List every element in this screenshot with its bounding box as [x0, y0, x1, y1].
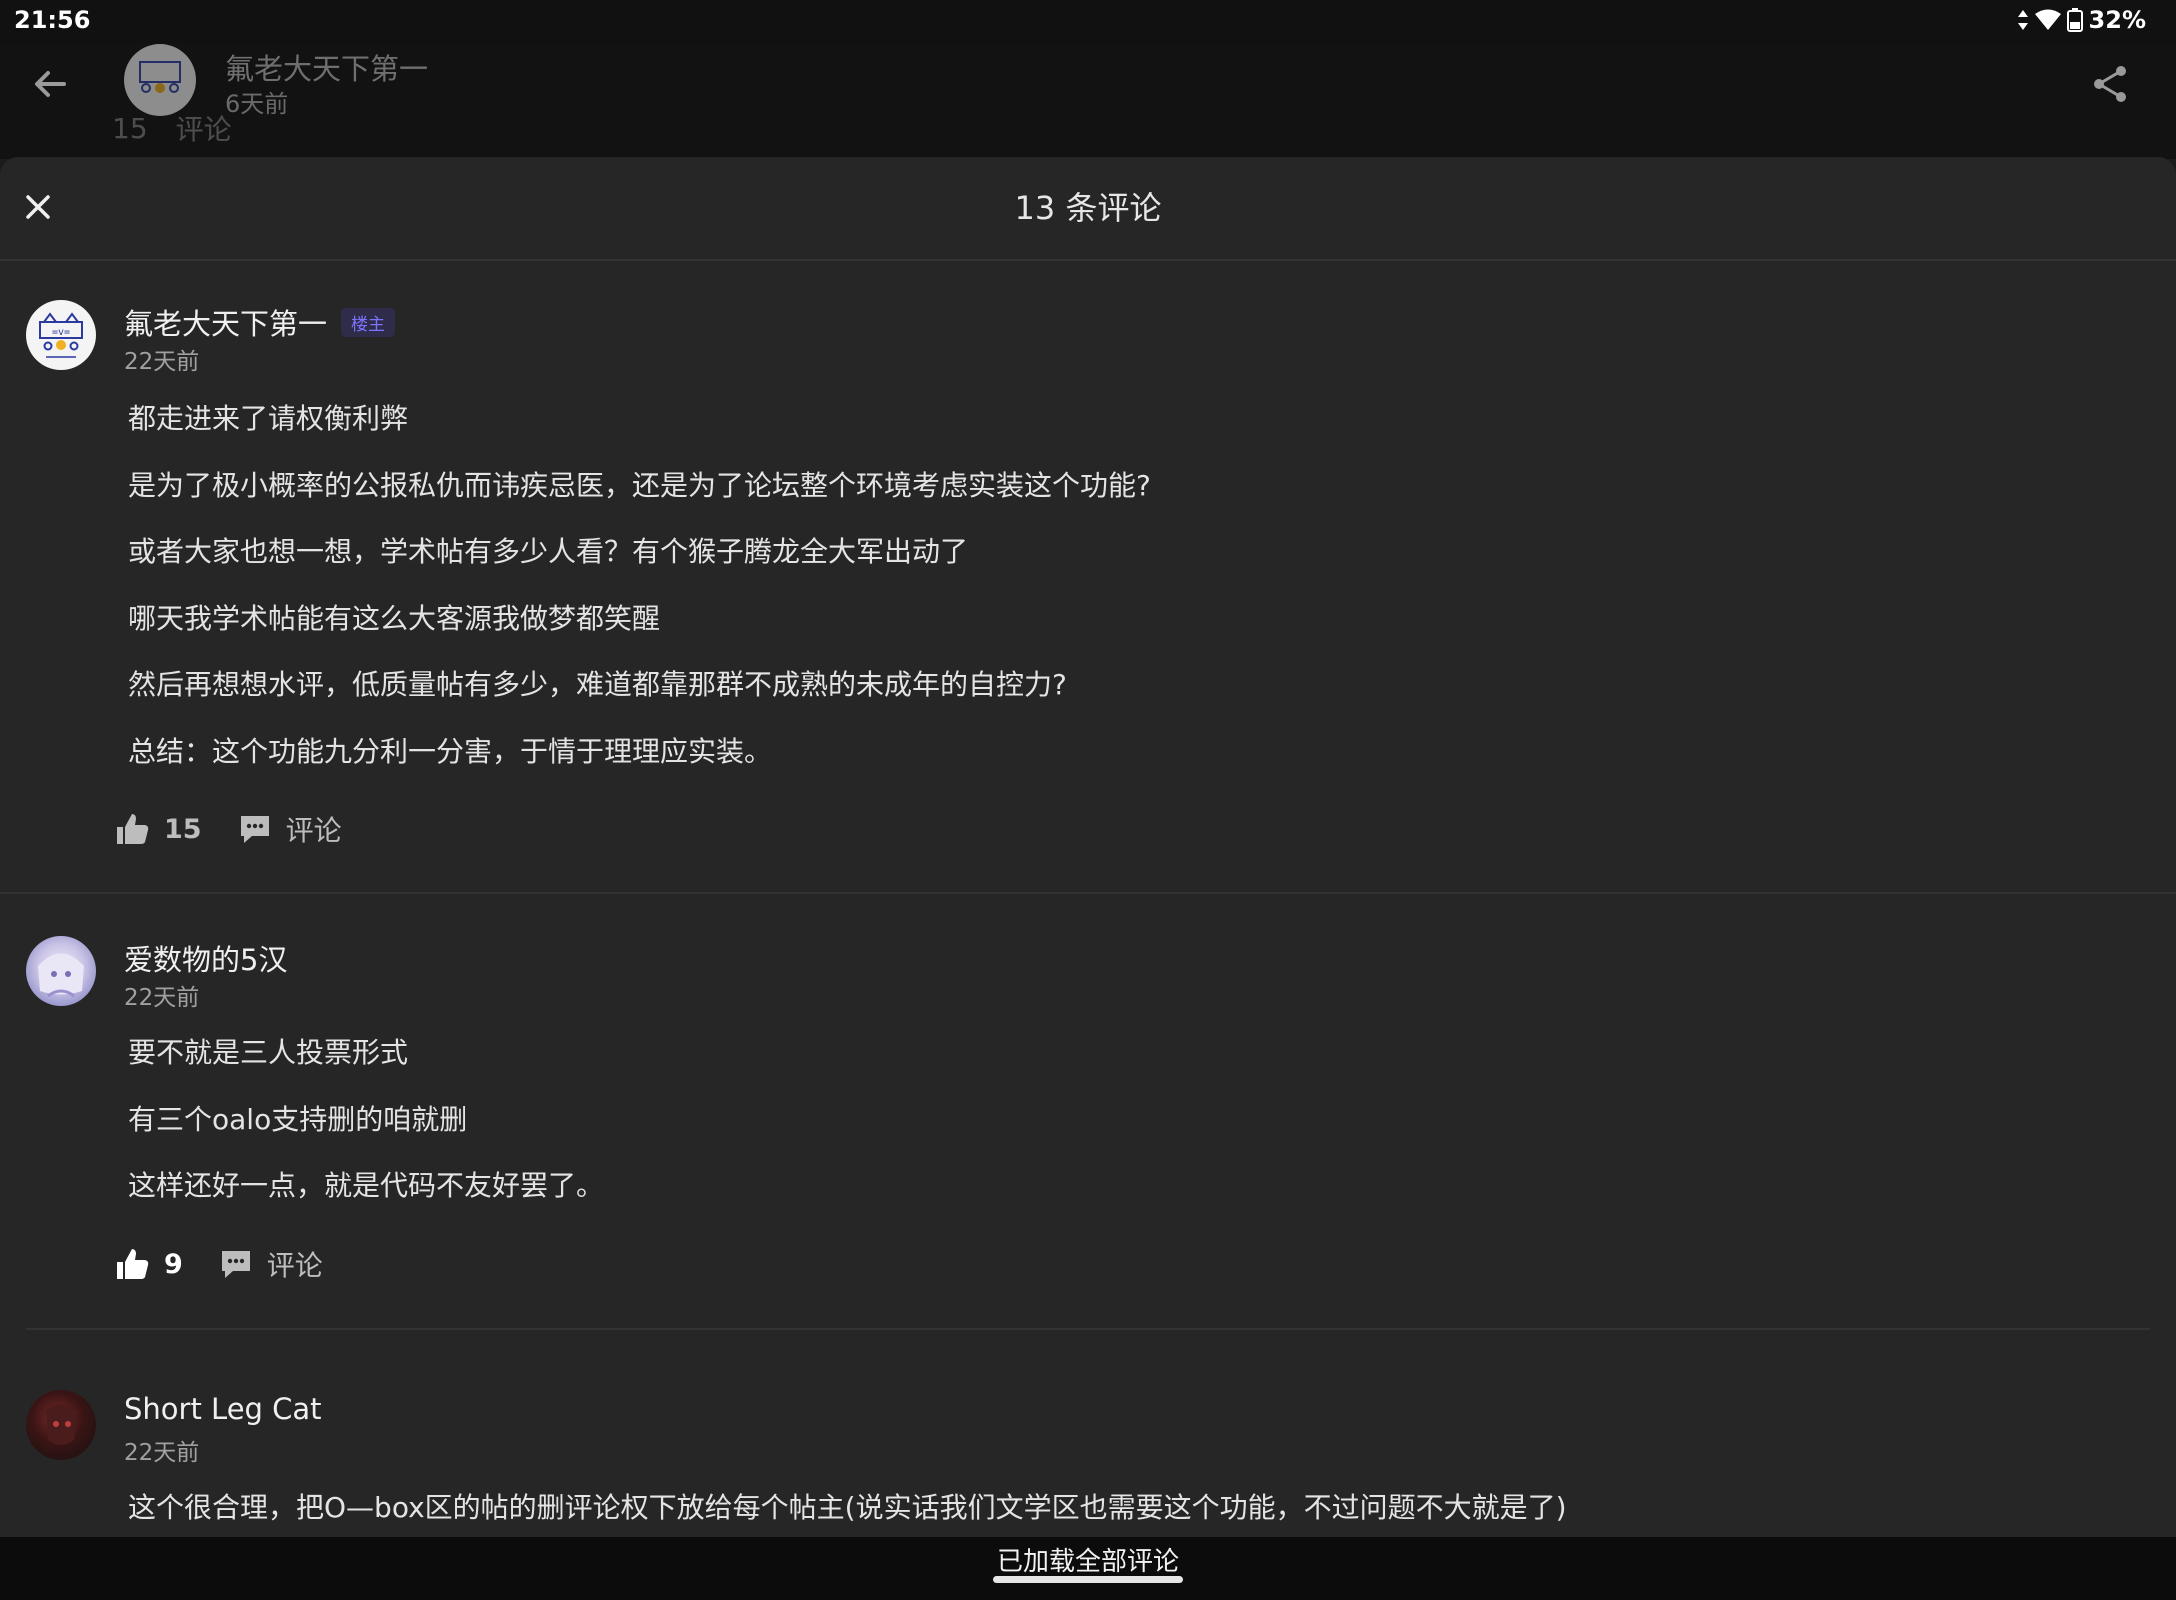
home-indicator[interactable]: [993, 1576, 1183, 1583]
comment-author[interactable]: 氟老大天下第一 楼主: [124, 301, 396, 343]
avatar[interactable]: [26, 936, 96, 1006]
wifi-icon: [2034, 9, 2061, 30]
comment-line: 这样还好一点，就是代码不友好罢了。: [128, 1169, 605, 1202]
comment-time: 22天前: [124, 985, 200, 1011]
reply-label: 评论: [266, 1249, 323, 1282]
comment-line: 哪天我学术帖能有这么大客源我做梦都笑醒: [128, 602, 661, 635]
divider: [26, 1328, 2150, 1330]
comment-line: 都走进来了请权衡利弊: [128, 402, 409, 435]
comment-author-name: 氟老大天下第一: [124, 307, 328, 341]
all-loaded-text: 已加载全部评论: [996, 1547, 1179, 1577]
comment-line: 总结：这个功能九分利一分害，于情于理理应实装。: [128, 735, 773, 768]
cat-logo-icon: =v=: [39, 312, 83, 358]
share-icon[interactable]: [2090, 62, 2130, 106]
back-arrow-icon[interactable]: [28, 62, 72, 106]
dark-character-avatar-icon: [46, 1404, 78, 1445]
comment-line: 然后再想想水评，低质量帖有多少，难道都靠那群不成熟的未成年的自控力?: [128, 668, 1067, 701]
post-header: 氟老大天下第一 6天前 15 评论: [0, 44, 2176, 159]
comment-actions: 15 评论: [114, 809, 342, 849]
header-like-count: 15: [112, 111, 148, 145]
like-count: 15: [164, 813, 202, 845]
like-button[interactable]: 15: [114, 811, 202, 847]
header-avatar[interactable]: [124, 44, 196, 116]
cat-logo-icon: [139, 61, 181, 93]
like-count: 9: [164, 1248, 183, 1280]
comment-author[interactable]: Short Leg Cat: [124, 1392, 322, 1426]
battery-percent: 32%: [2088, 6, 2146, 34]
comment-bubble-icon: [240, 816, 269, 843]
header-time: 6天前: [225, 90, 289, 118]
header-comment-label: 评论: [175, 113, 232, 146]
comment-line: 有三个oalo支持删的咱就删: [128, 1103, 468, 1136]
comment-line: 或者大家也想一想，学术帖有多少人看？有个猴子腾龙全大军出动了: [128, 535, 969, 568]
comment-time: 22天前: [124, 349, 200, 375]
thumbs-up-icon: [117, 814, 149, 844]
footer-bar: 已加载全部评论: [0, 1537, 2176, 1600]
comment-time: 22天前: [124, 1440, 200, 1466]
thumbs-up-icon: [117, 1249, 149, 1279]
comment-actions: 9 评论: [114, 1244, 323, 1284]
reply-button[interactable]: 评论: [219, 1244, 323, 1284]
header-author-name: 氟老大天下第一: [225, 52, 429, 86]
divider: [0, 892, 2176, 894]
anime-girl-avatar-icon: [38, 953, 84, 998]
comment-author-name: 爱数物的5汉: [124, 943, 288, 977]
data-arrows-icon: [2017, 10, 2028, 30]
avatar[interactable]: =v=: [26, 300, 96, 370]
sheet-title: 13 条评论: [1014, 189, 1162, 227]
op-badge: 楼主: [341, 307, 396, 337]
status-bar: 21:56 32%: [0, 0, 2176, 44]
reply-button[interactable]: 评论: [238, 809, 342, 849]
comment-line: 这个很合理，把O—box区的帖的删评论权下放给每个帖主(说实话我们文学区也需要这…: [128, 1491, 1567, 1524]
comment-author-name: Short Leg Cat: [124, 1392, 322, 1426]
reply-label: 评论: [285, 814, 342, 847]
svg-text:=v=: =v=: [52, 327, 70, 338]
status-time: 21:56: [14, 6, 91, 34]
battery-icon: [2066, 8, 2083, 32]
comment-line: 是为了极小概率的公报私仇而讳疾忌医，还是为了论坛整个环境考虑实装这个功能?: [128, 469, 1151, 502]
comment-bubble-icon: [221, 1251, 250, 1278]
avatar[interactable]: [26, 1390, 96, 1460]
status-icons: 32%: [2017, 6, 2146, 34]
like-button[interactable]: 9: [114, 1246, 183, 1282]
comment-line: 要不就是三人投票形式: [128, 1036, 409, 1069]
comment-author[interactable]: 爱数物的5汉: [124, 937, 287, 979]
comment-sheet: 13 条评论 =v= 氟老大天下第一 楼主 22天前 都走进来了请权衡利弊 是为…: [0, 157, 2176, 1537]
sheet-header: 13 条评论: [0, 157, 2176, 261]
header-ghost-actions: 15 评论: [112, 108, 232, 148]
